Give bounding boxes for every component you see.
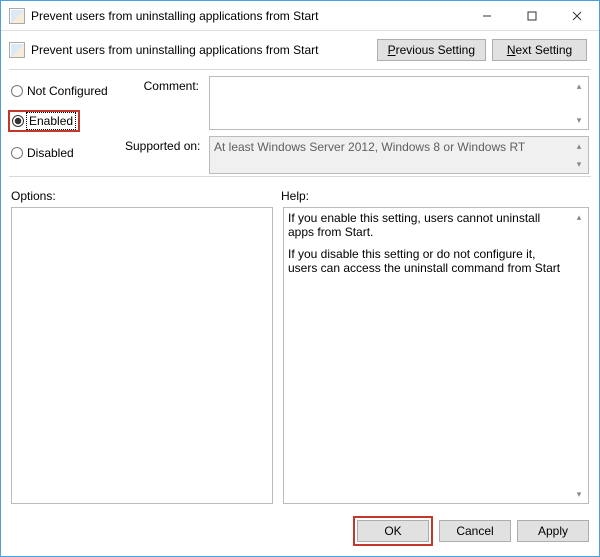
- previous-setting-button[interactable]: Previous Setting: [377, 39, 486, 61]
- divider-2: [9, 176, 591, 177]
- radio-not-configured[interactable]: Not Configured: [11, 84, 121, 98]
- ok-button[interactable]: OK: [357, 520, 429, 542]
- supported-value: At least Windows Server 2012, Windows 8 …: [214, 140, 525, 154]
- options-label: Options:: [11, 189, 281, 203]
- state-radio-group: Not Configured Enabled Disabled: [11, 76, 121, 174]
- radio-circle-icon: [11, 85, 23, 97]
- policy-icon: [9, 8, 25, 24]
- titlebar: Prevent users from uninstalling applicat…: [1, 1, 599, 31]
- dialog-button-bar: OK Cancel Apply: [1, 508, 599, 556]
- help-scrollbar[interactable]: ▴ ▾: [571, 209, 587, 502]
- help-label: Help:: [281, 189, 309, 203]
- supported-scrollbar[interactable]: ▴ ▾: [571, 138, 587, 172]
- policy-name-header: Prevent users from uninstalling applicat…: [9, 42, 371, 58]
- policy-editor-window: Prevent users from uninstalling applicat…: [0, 0, 600, 557]
- radio-circle-icon: [11, 147, 23, 159]
- supported-label: Supported on:: [125, 136, 205, 174]
- policy-header-icon: [9, 42, 25, 58]
- help-p2: If you disable this setting or do not co…: [288, 247, 566, 275]
- radio-enabled[interactable]: Enabled: [12, 114, 74, 128]
- cancel-button[interactable]: Cancel: [439, 520, 511, 542]
- comment-label: Comment:: [125, 76, 205, 130]
- scroll-down-icon[interactable]: ▾: [571, 156, 587, 172]
- scroll-down-icon[interactable]: ▾: [571, 112, 587, 128]
- scroll-up-icon[interactable]: ▴: [571, 78, 587, 94]
- highlight-enabled: Enabled: [8, 110, 80, 132]
- scroll-up-icon[interactable]: ▴: [571, 209, 587, 225]
- not-configured-label: Not Configured: [27, 84, 108, 98]
- help-content: If you enable this setting, users cannot…: [288, 211, 584, 275]
- supported-textbox: At least Windows Server 2012, Windows 8 …: [209, 136, 589, 174]
- disabled-label: Disabled: [27, 146, 74, 160]
- next-label: ext Setting: [515, 43, 572, 57]
- options-pane[interactable]: [11, 207, 273, 504]
- maximize-button[interactable]: [509, 1, 554, 31]
- window-title: Prevent users from uninstalling applicat…: [31, 9, 464, 23]
- help-pane: If you enable this setting, users cannot…: [283, 207, 589, 504]
- scroll-up-icon[interactable]: ▴: [571, 138, 587, 154]
- radio-disabled[interactable]: Disabled: [11, 146, 121, 160]
- comment-textbox[interactable]: ▴ ▾: [209, 76, 589, 130]
- highlight-ok: OK: [353, 516, 433, 546]
- panes-row: If you enable this setting, users cannot…: [1, 205, 599, 508]
- settings-grid: Not Configured Enabled Disabled Comment:…: [1, 70, 599, 176]
- prev-label: revious Setting: [396, 43, 475, 57]
- enabled-label: Enabled: [28, 114, 74, 128]
- radio-circle-checked-icon: [12, 115, 24, 127]
- comment-scrollbar[interactable]: ▴ ▾: [571, 78, 587, 128]
- policy-name-text: Prevent users from uninstalling applicat…: [31, 43, 318, 57]
- apply-button[interactable]: Apply: [517, 520, 589, 542]
- next-setting-button[interactable]: Next Setting: [492, 39, 587, 61]
- panes-labels: Options: Help:: [1, 185, 599, 205]
- close-button[interactable]: [554, 1, 599, 31]
- scroll-down-icon[interactable]: ▾: [571, 486, 587, 502]
- minimize-button[interactable]: [464, 1, 509, 31]
- help-p1: If you enable this setting, users cannot…: [288, 211, 566, 239]
- header-row: Prevent users from uninstalling applicat…: [1, 31, 599, 69]
